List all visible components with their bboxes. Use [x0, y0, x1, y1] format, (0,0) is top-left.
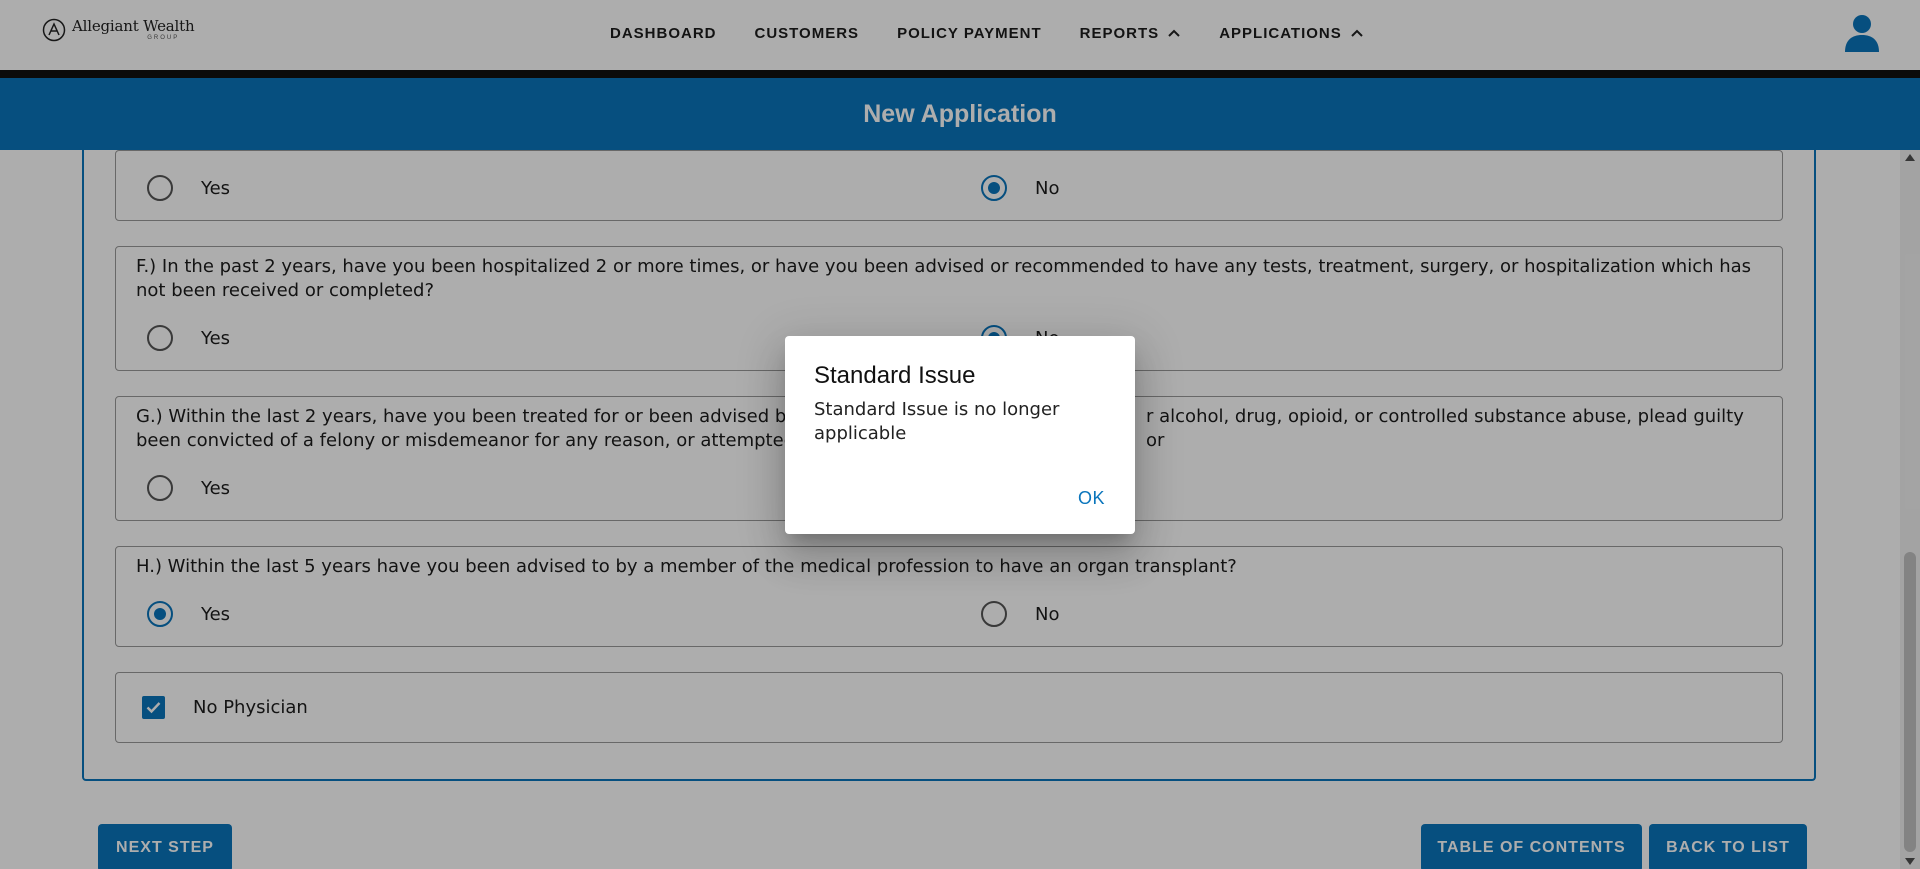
dialog-title: Standard Issue	[814, 362, 976, 389]
dialog-ok-button[interactable]: OK	[1078, 488, 1105, 509]
dialog-message: Standard Issue is no longer applicable	[814, 399, 1060, 444]
standard-issue-dialog: Standard Issue Standard Issue is no long…	[785, 336, 1135, 534]
